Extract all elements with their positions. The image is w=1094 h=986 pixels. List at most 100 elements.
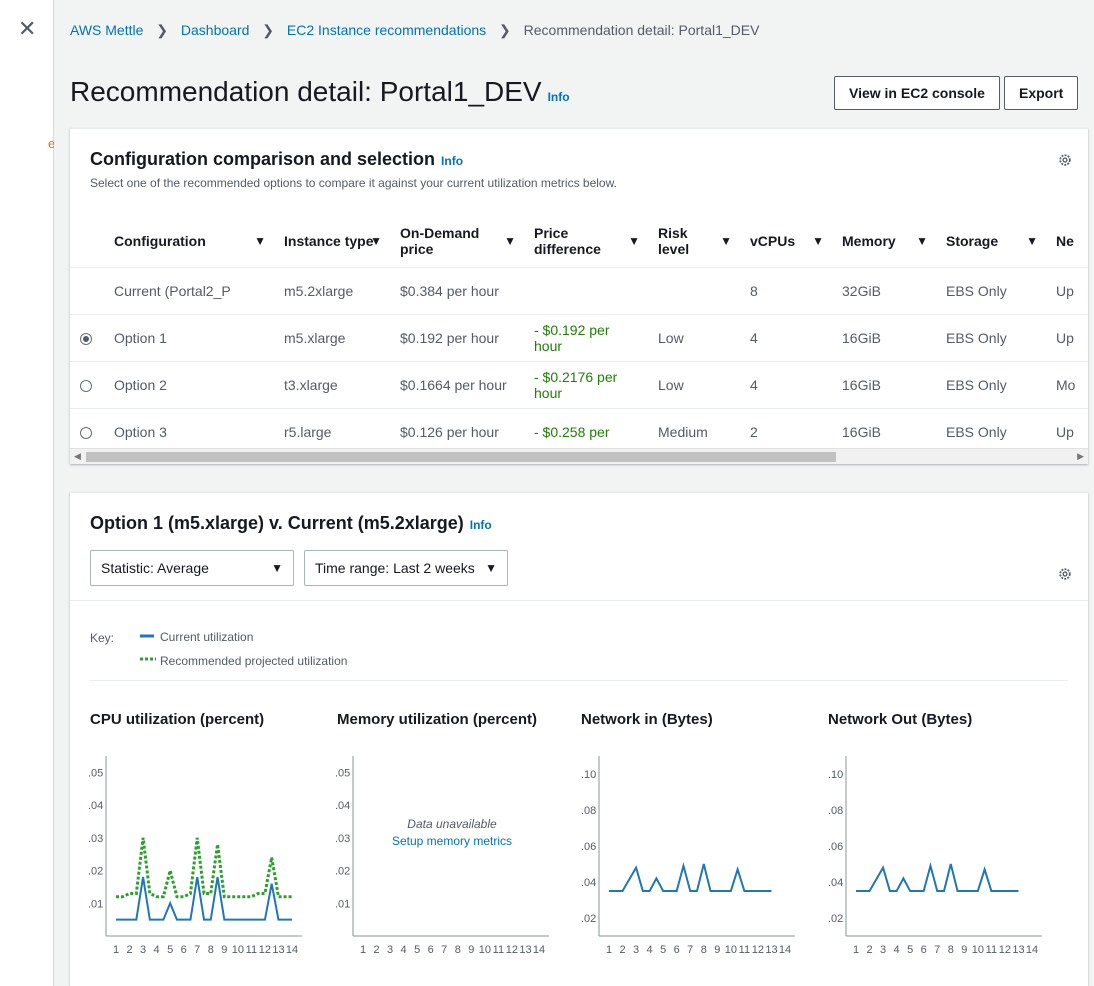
breadcrumb-current: Recommendation detail: Portal1_DEV <box>523 22 760 38</box>
close-icon[interactable]: ✕ <box>18 18 36 40</box>
table-cell: 32GiB <box>832 267 936 315</box>
settings-gear-icon[interactable] <box>1058 567 1072 581</box>
breadcrumb: AWS Mettle ❯ Dashboard ❯ EC2 Instance re… <box>70 22 759 39</box>
sort-caret-icon[interactable]: ▼ <box>628 233 640 249</box>
column-select <box>70 215 104 268</box>
y-tick-label: .05 <box>335 767 350 779</box>
configuration-table-wrapper: Configuration ▼ Instance type ▼ On-Demand … <box>70 215 1088 459</box>
table-cell: Low <box>648 361 740 409</box>
radio-button[interactable] <box>80 379 92 392</box>
x-tick-label: 2 <box>126 944 132 956</box>
column-header[interactable]: Configuration ▼ <box>104 215 274 268</box>
time-range-select[interactable]: Time range: Last 2 weeks ▼ <box>304 550 508 586</box>
column-header[interactable]: vCPUs ▼ <box>740 215 832 268</box>
y-tick-label: .01 <box>335 898 350 910</box>
sort-caret-icon[interactable]: ▼ <box>504 233 516 249</box>
table-cell: EBS Only <box>936 314 1046 362</box>
setup-memory-metrics-link[interactable]: Setup memory metrics <box>382 834 522 848</box>
sort-caret-icon[interactable]: ▼ <box>916 233 928 249</box>
x-tick-label: 12 <box>506 944 518 956</box>
x-tick-label: 6 <box>181 944 187 956</box>
column-label: Memory <box>842 232 896 249</box>
y-tick-label: .03 <box>335 833 350 845</box>
table-row[interactable]: Option 1 m5.xlarge $0.192 per hour - $0.192… <box>70 314 1088 362</box>
x-tick-label: 10 <box>479 944 491 956</box>
column-label: Configuration <box>114 232 206 249</box>
column-header[interactable]: Price difference ▼ <box>524 215 648 268</box>
column-header[interactable]: Instance type ▼ <box>274 215 390 268</box>
column-header[interactable]: Risk level ▼ <box>648 215 740 268</box>
x-tick-label: 5 <box>414 944 420 956</box>
table-cell: Low <box>648 314 740 362</box>
row-select-cell <box>70 267 104 315</box>
x-tick-label: 14 <box>779 944 791 956</box>
y-tick-label: .02 <box>335 866 350 878</box>
radio-button[interactable] <box>80 332 92 345</box>
configuration-panel: Configuration comparison and selection In… <box>70 128 1088 464</box>
x-tick-label: 7 <box>687 944 693 956</box>
column-label: Risk level <box>658 224 690 257</box>
sort-caret-icon[interactable]: ▼ <box>370 233 382 249</box>
table-cell: 16GiB <box>832 361 936 409</box>
table-cell: Mo <box>1046 361 1088 409</box>
x-tick-label: 1 <box>360 944 366 956</box>
row-select-cell <box>70 361 104 409</box>
sort-caret-icon[interactable]: ▼ <box>812 233 824 249</box>
sort-caret-icon[interactable]: ▼ <box>1026 233 1038 249</box>
configuration-title: Configuration comparison and selection In… <box>90 149 1068 170</box>
table-cell: m5.xlarge <box>274 314 390 362</box>
chart-title: Network Out (Bytes) <box>828 711 973 728</box>
page-info-link[interactable]: Info <box>548 90 570 104</box>
x-tick-label: 11 <box>246 944 257 956</box>
x-tick-label: 10 <box>725 944 737 956</box>
x-tick-label: 4 <box>894 944 900 956</box>
y-tick-label: .02 <box>828 913 843 925</box>
x-tick-label: 14 <box>286 944 298 956</box>
scrollbar-thumb[interactable] <box>86 452 836 462</box>
caret-down-icon: ▼ <box>271 561 283 575</box>
statistic-select[interactable]: Statistic: Average ▼ <box>90 550 294 586</box>
breadcrumb-dashboard[interactable]: Dashboard <box>181 22 250 38</box>
x-tick-label: 6 <box>674 944 680 956</box>
horizontal-scrollbar[interactable]: ◀ ▶ <box>70 448 1088 464</box>
x-tick-label: 11 <box>986 944 997 956</box>
scroll-right-arrow-icon[interactable]: ▶ <box>1077 451 1084 462</box>
table-cell: Up <box>1046 267 1088 315</box>
column-label: Ne <box>1056 232 1074 249</box>
table-row[interactable]: Option 2 t3.xlarge $0.1664 per hour - $0.21… <box>70 361 1088 409</box>
x-tick-label: 7 <box>441 944 447 956</box>
x-tick-label: 4 <box>154 944 160 956</box>
export-button[interactable]: Export <box>1004 76 1079 110</box>
y-tick-label: .02 <box>581 913 596 925</box>
sort-caret-icon[interactable]: ▼ <box>254 233 266 249</box>
configuration-info-link[interactable]: Info <box>441 154 463 168</box>
table-cell: Option 2 <box>104 361 274 409</box>
column-header[interactable]: Storage ▼ <box>936 215 1046 268</box>
sort-caret-icon[interactable]: ▼ <box>720 233 732 249</box>
column-header[interactable]: On-Demand price ▼ <box>390 215 524 268</box>
column-header[interactable]: Memory ▼ <box>832 215 936 268</box>
column-header[interactable]: Ne <box>1046 215 1088 268</box>
view-in-ec2-console-button[interactable]: View in EC2 console <box>834 76 1000 110</box>
table-cell: - $0.192 per hour <box>524 314 648 362</box>
current-utilization-line <box>856 861 1019 892</box>
x-tick-label: 12 <box>259 944 271 956</box>
x-tick-label: 14 <box>533 944 545 956</box>
y-tick-label: .04 <box>828 877 843 889</box>
radio-button[interactable] <box>80 426 92 439</box>
table-cell: $0.1664 per hour <box>390 361 524 409</box>
x-tick-label: 8 <box>455 944 461 956</box>
x-tick-label: 2 <box>866 944 872 956</box>
settings-gear-icon[interactable] <box>1058 153 1072 167</box>
table-row: Current (Portal2_P m5.2xlarge $0.384 per h… <box>70 267 1088 315</box>
x-tick-label: 13 <box>765 944 777 956</box>
table-cell: t3.xlarge <box>274 361 390 409</box>
table-cell: $0.192 per hour <box>390 314 524 362</box>
breadcrumb-aws-mettle[interactable]: AWS Mettle <box>70 22 143 38</box>
scroll-left-arrow-icon[interactable]: ◀ <box>74 451 81 462</box>
column-label: Instance type <box>284 232 374 249</box>
comparison-info-link[interactable]: Info <box>470 518 492 532</box>
breadcrumb-ec2-recommendations[interactable]: EC2 Instance recommendations <box>287 22 486 38</box>
table-cell: 16GiB <box>832 314 936 362</box>
x-tick-label: 10 <box>232 944 244 956</box>
